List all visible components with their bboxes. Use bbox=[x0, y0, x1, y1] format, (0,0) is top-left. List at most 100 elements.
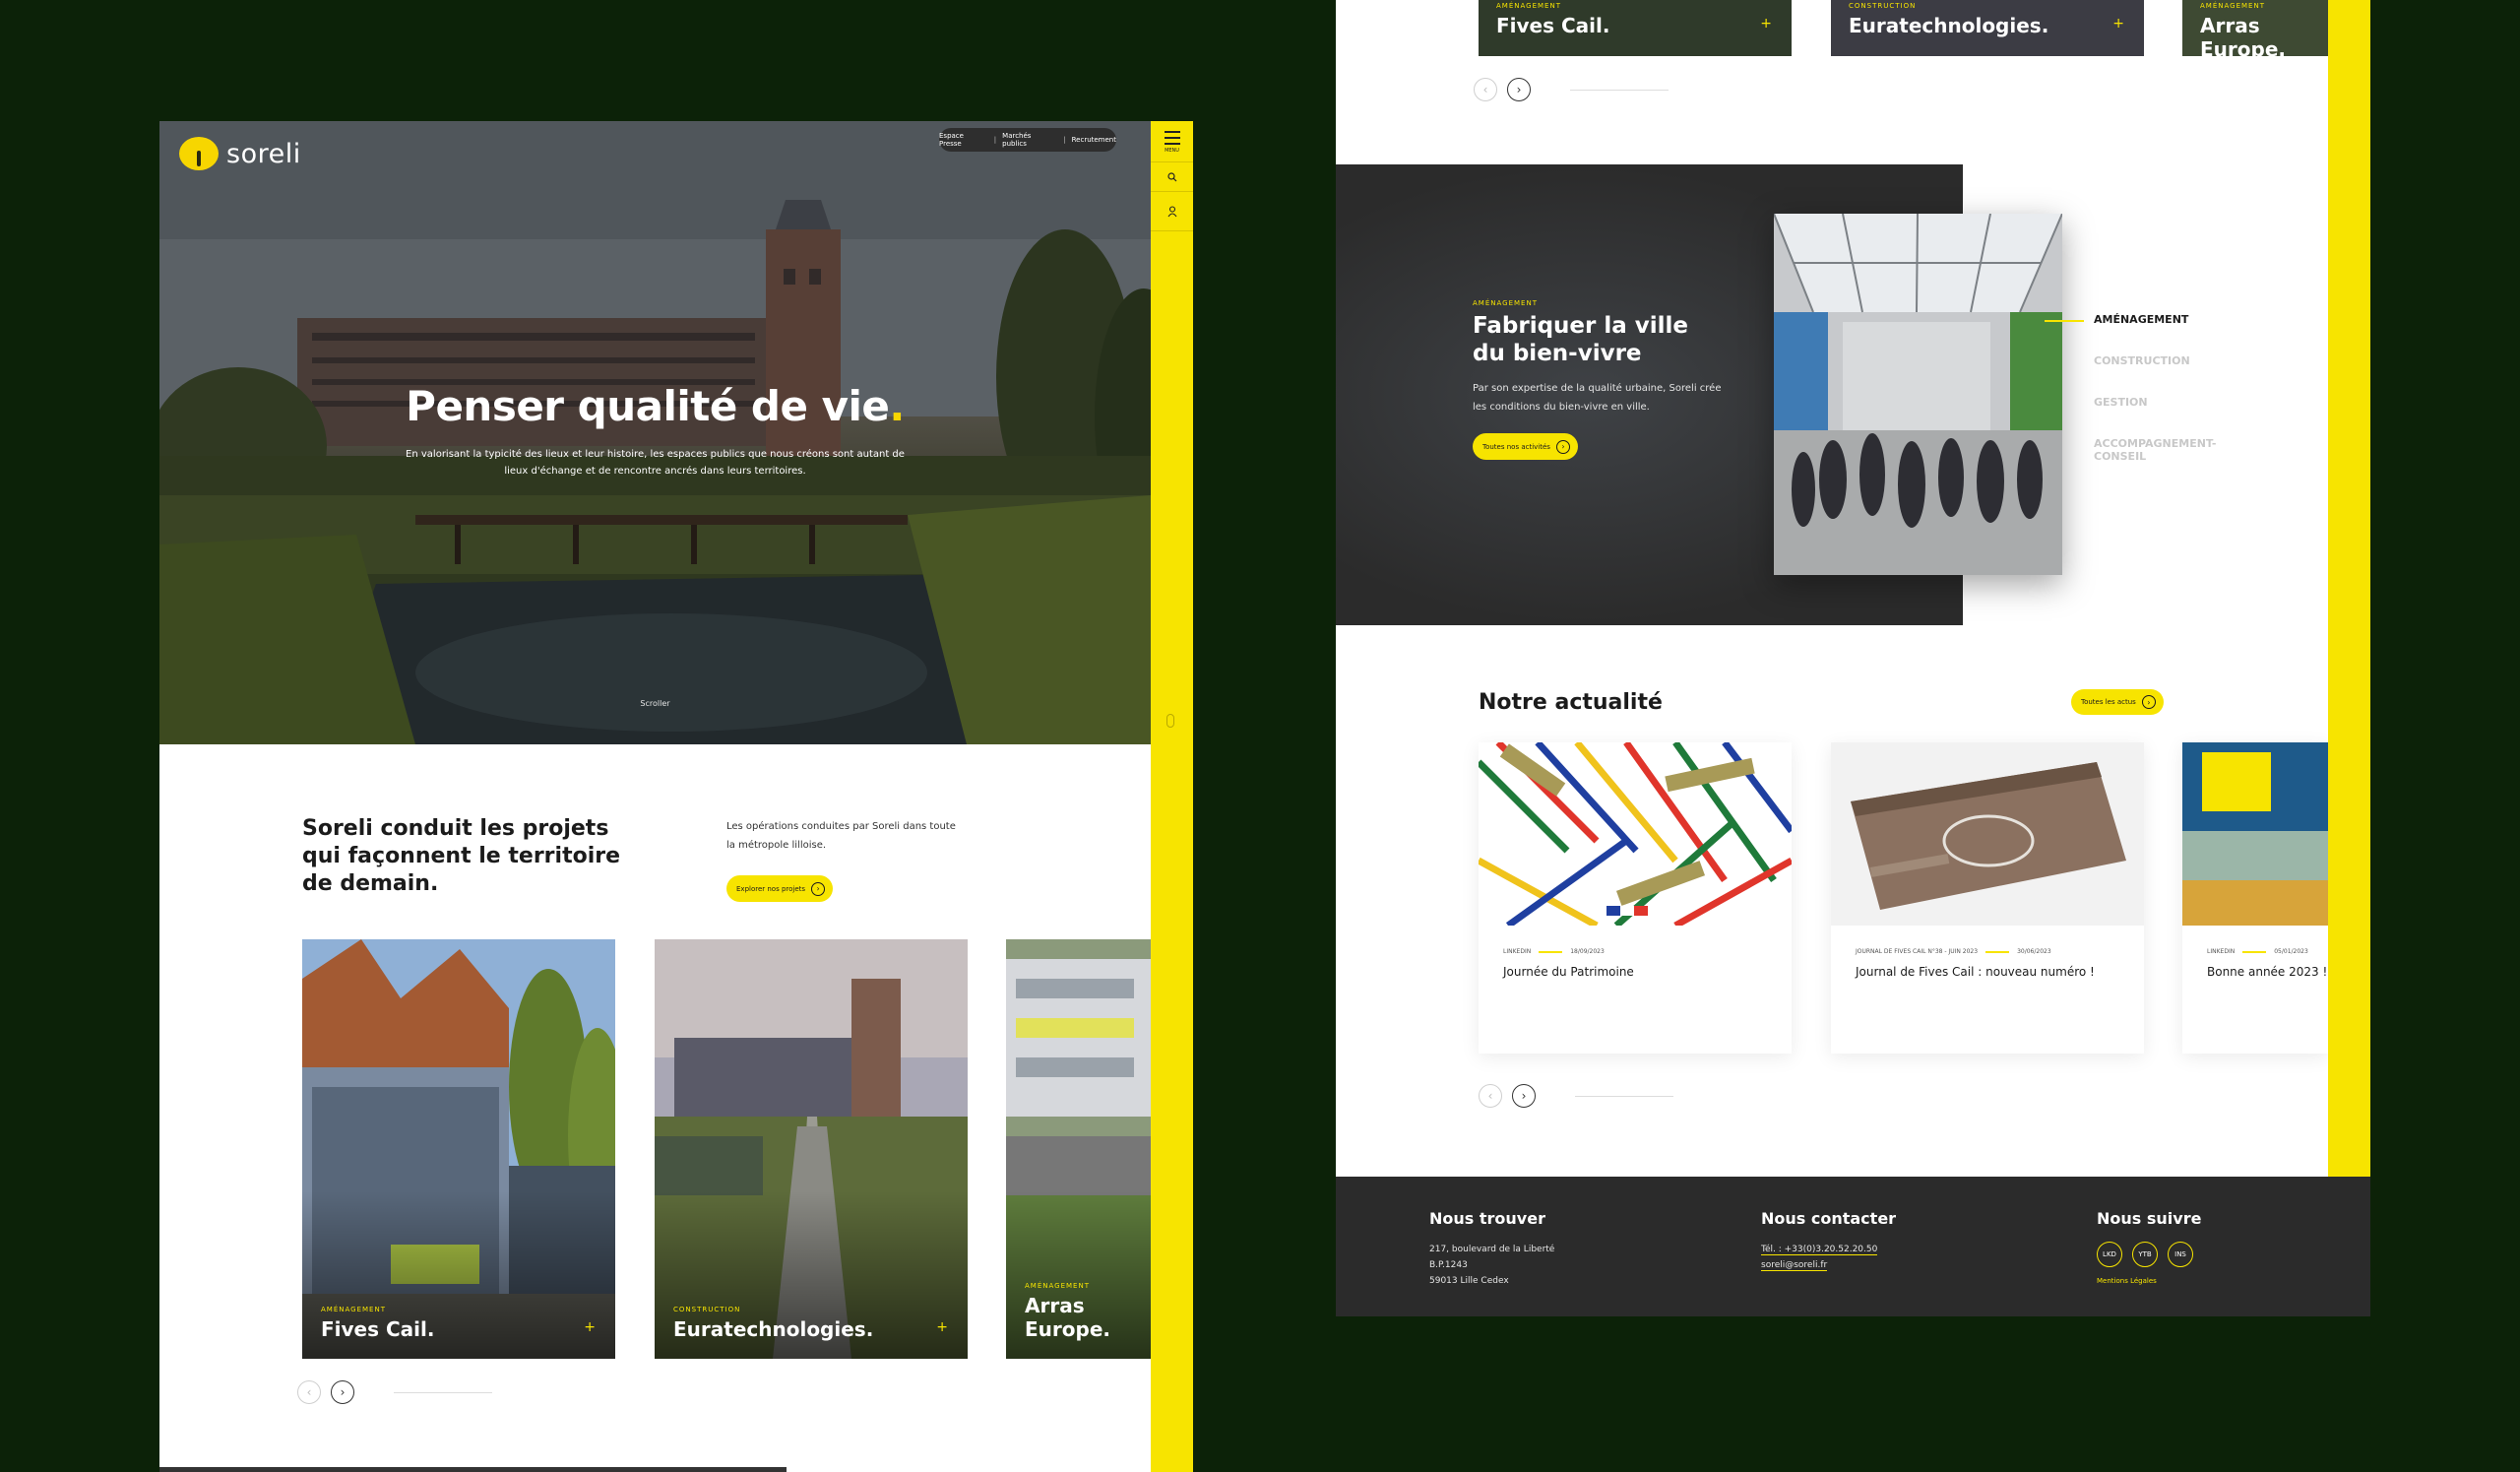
search-button[interactable] bbox=[1151, 162, 1193, 192]
explore-projects-button[interactable]: Explorer nos projets › bbox=[726, 875, 834, 902]
active-marker bbox=[2045, 320, 2084, 322]
news-card[interactable]: LINKEDIN 05/01/2023 Bonne année 2023 ! bbox=[2182, 742, 2328, 1054]
divider bbox=[159, 1467, 787, 1472]
new-year-card bbox=[2182, 742, 2328, 926]
footer-find: Nous trouver 217, boulevard de la Libert… bbox=[1429, 1209, 1554, 1289]
scroll-mouse-icon bbox=[1166, 714, 1174, 728]
arrow-right-icon: › bbox=[811, 881, 826, 896]
project-card[interactable]: AMÉNAGEMENT Arras Europe. bbox=[1006, 939, 1151, 1359]
soreli-logo[interactable]: soreli bbox=[179, 137, 301, 170]
hero-photo bbox=[159, 121, 1151, 744]
project-card[interactable]: AMÉNAGEMENT Fives Cail. + bbox=[1479, 0, 1792, 56]
next-arrow-button[interactable]: › bbox=[1507, 78, 1531, 101]
social-links: LKD YTB INS bbox=[2097, 1242, 2201, 1267]
news-tag: JOURNAL DE FIVES CAIL N°38 - JUIN 2023 bbox=[1856, 948, 1979, 955]
account-button[interactable] bbox=[1151, 192, 1193, 231]
linkedin-button[interactable]: LKD bbox=[2097, 1242, 2122, 1267]
band-text: Par son expertise de la qualité urbaine,… bbox=[1473, 383, 1722, 413]
project-photo bbox=[655, 939, 968, 1359]
news-tag: LINKEDIN bbox=[2207, 948, 2236, 955]
project-category: AMÉNAGEMENT bbox=[1496, 2, 1561, 10]
hero: soreli Espace Presse | Marchés publics |… bbox=[159, 121, 1151, 744]
hero-title-text: Penser qualité de vie bbox=[406, 382, 890, 430]
news-meta: JOURNAL DE FIVES CAIL N°38 - JUIN 2023 3… bbox=[1856, 948, 2051, 955]
address-line: B.P.1243 bbox=[1429, 1260, 1468, 1270]
footer-find-title: Nous trouver bbox=[1429, 1209, 1545, 1228]
project-name: Fives Cail. bbox=[321, 1317, 435, 1341]
hamburger-icon-line bbox=[1164, 131, 1180, 133]
plus-icon[interactable]: + bbox=[936, 1319, 948, 1335]
address-line: 59013 Lille Cedex bbox=[1429, 1276, 1509, 1286]
project-card[interactable]: AMÉNAGEMENT Arras Europe. bbox=[2182, 0, 2328, 56]
plus-icon[interactable]: + bbox=[584, 1319, 596, 1335]
intro-title: Soreli conduit les projets qui façonnent… bbox=[302, 816, 621, 896]
footer-contact-title: Nous contacter bbox=[1761, 1209, 1897, 1228]
address-line: 217, boulevard de la Liberté bbox=[1429, 1245, 1555, 1254]
search-icon bbox=[1166, 171, 1176, 181]
legal-link[interactable]: Mentions Légales bbox=[2097, 1277, 2201, 1285]
sidebar: MENU bbox=[1151, 121, 1193, 1472]
menu-item-amenagement[interactable]: AMÉNAGEMENT bbox=[2094, 313, 2232, 326]
sidebar bbox=[2328, 0, 2370, 1177]
youtube-button[interactable]: YTB bbox=[2132, 1242, 2158, 1267]
prev-arrow-button[interactable]: ‹ bbox=[297, 1380, 321, 1404]
news-card[interactable]: JOURNAL DE FIVES CAIL N°38 - JUIN 2023 3… bbox=[1831, 742, 2144, 1054]
link-public-markets[interactable]: Marchés publics bbox=[1002, 132, 1057, 148]
link-press[interactable]: Espace Presse bbox=[939, 132, 988, 148]
meta-divider bbox=[1539, 950, 1563, 953]
menu-item-construction[interactable]: CONSTRUCTION bbox=[2094, 354, 2232, 367]
all-news-button[interactable]: Toutes les actus › bbox=[2071, 689, 2164, 715]
all-activities-button[interactable]: Toutes nos activités › bbox=[1473, 433, 1578, 460]
news-card[interactable]: LINKEDIN 18/09/2023 Journée du Patrimoin… bbox=[1479, 742, 1792, 1054]
project-caption: AMÉNAGEMENT Arras Europe. bbox=[1025, 1282, 1151, 1341]
pager-progress bbox=[1570, 89, 1669, 91]
project-name: Euratechnologies. bbox=[1849, 14, 2049, 37]
news-date: 30/06/2023 bbox=[2017, 948, 2051, 955]
phone-link[interactable]: Tél. : +33(0)3.20.52.20.50 bbox=[1761, 1245, 1878, 1255]
instagram-button[interactable]: INS bbox=[2168, 1242, 2193, 1267]
homepage-left: soreli Espace Presse | Marchés publics |… bbox=[159, 121, 1193, 1472]
menu-item-gestion[interactable]: GESTION bbox=[2094, 396, 2232, 409]
band-title: Fabriquer la ville du bien-vivre bbox=[1473, 313, 1689, 366]
explore-projects-label: Explorer nos projets bbox=[736, 884, 806, 893]
band-category: AMÉNAGEMENT bbox=[1473, 299, 1538, 307]
menu-item-accompagnement[interactable]: ACCOMPAGNEMENT-CONSEIL bbox=[2094, 437, 2232, 463]
hall-photo bbox=[1774, 214, 2062, 575]
news-meta: LINKEDIN 18/09/2023 bbox=[1503, 948, 1605, 955]
project-name: Arras Europe. bbox=[2200, 14, 2286, 56]
band-photo bbox=[1774, 214, 2062, 575]
link-recruitment[interactable]: Recrutement bbox=[1072, 136, 1116, 144]
hero-title: Penser qualité de vie. bbox=[159, 382, 1151, 430]
prev-arrow-button[interactable]: ‹ bbox=[1479, 1084, 1502, 1108]
logo-text: soreli bbox=[226, 138, 301, 169]
plus-icon[interactable]: + bbox=[2112, 16, 2124, 32]
project-card[interactable]: CONSTRUCTION Euratechnologies. + bbox=[655, 939, 968, 1359]
project-category: AMÉNAGEMENT bbox=[321, 1306, 386, 1313]
scroll-indicator[interactable]: Scroller bbox=[159, 699, 1151, 708]
heritage-poster bbox=[1479, 742, 1792, 926]
all-news-label: Toutes les actus bbox=[2081, 698, 2136, 706]
footer-follow: Nous suivre LKD YTB INS Mentions Légales bbox=[2097, 1209, 2201, 1285]
hero-title-dot: . bbox=[889, 382, 905, 430]
email-link[interactable]: soreli@soreli.fr bbox=[1761, 1260, 1828, 1271]
project-card[interactable]: AMÉNAGEMENT Fives Cail. + bbox=[302, 939, 615, 1359]
activity-menu: AMÉNAGEMENT CONSTRUCTION GESTION ACCOMPA… bbox=[2045, 313, 2232, 491]
news-title-text: Bonne année 2023 ! bbox=[2207, 965, 2328, 979]
news-image bbox=[1831, 742, 2144, 926]
prev-arrow-button[interactable]: ‹ bbox=[1474, 78, 1497, 101]
separator: | bbox=[993, 136, 997, 144]
footer: Nous trouver 217, boulevard de la Libert… bbox=[1336, 1177, 2370, 1316]
project-name: Euratechnologies. bbox=[673, 1317, 874, 1341]
pager-progress bbox=[394, 1391, 492, 1393]
next-arrow-button[interactable]: › bbox=[1512, 1084, 1536, 1108]
arrow-right-icon: › bbox=[2141, 695, 2156, 709]
separator: | bbox=[1063, 136, 1066, 144]
footer-follow-title: Nous suivre bbox=[2097, 1209, 2202, 1228]
menu-button[interactable]: MENU bbox=[1151, 121, 1193, 162]
next-arrow-button[interactable]: › bbox=[331, 1380, 354, 1404]
project-caption: AMÉNAGEMENT Fives Cail. bbox=[321, 1306, 434, 1341]
plus-icon[interactable]: + bbox=[1760, 16, 1772, 32]
project-category: CONSTRUCTION bbox=[673, 1306, 741, 1313]
project-card[interactable]: CONSTRUCTION Euratechnologies. + bbox=[1831, 0, 2144, 56]
hamburger-icon-line bbox=[1164, 137, 1180, 139]
